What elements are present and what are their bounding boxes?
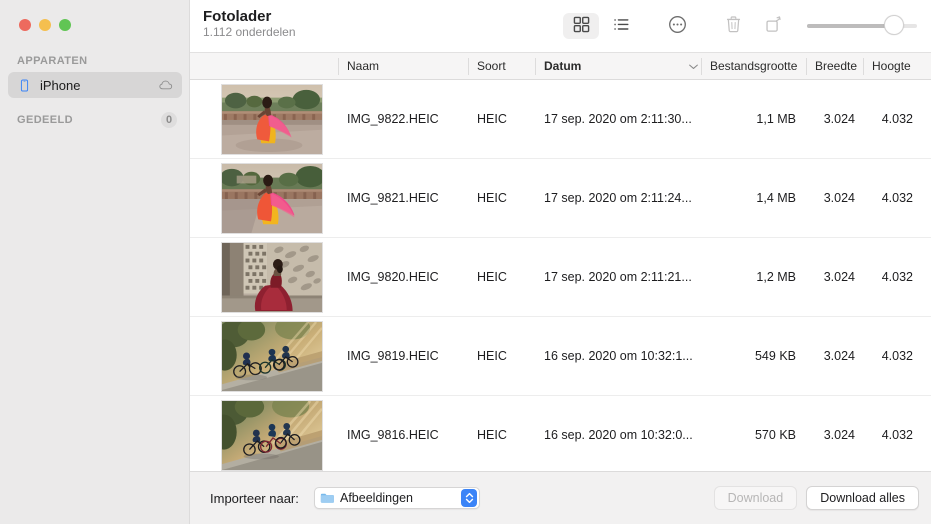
cell-naam: IMG_9822.HEIC bbox=[347, 112, 439, 126]
chevron-up-down-icon[interactable] bbox=[461, 489, 477, 507]
cell-bestandsgrootte: 1,4 MB bbox=[756, 191, 796, 205]
close-button[interactable] bbox=[19, 19, 31, 31]
column-divider[interactable] bbox=[338, 58, 339, 75]
cell-soort: HEIC bbox=[477, 191, 507, 205]
sidebar: APPARATEN iPhone GEDEELD 0 bbox=[0, 0, 190, 524]
column-divider[interactable] bbox=[863, 58, 864, 75]
file-list[interactable]: IMG_9822.HEIC HEIC 17 sep. 2020 om 2:11:… bbox=[190, 80, 931, 471]
column-divider[interactable] bbox=[535, 58, 536, 75]
cell-breedte: 3.024 bbox=[823, 270, 855, 284]
column-header-naam[interactable]: Naam bbox=[347, 53, 379, 80]
grid-icon bbox=[573, 16, 590, 36]
column-divider[interactable] bbox=[468, 58, 469, 75]
cell-naam: IMG_9816.HEIC bbox=[347, 428, 439, 442]
table-row[interactable]: IMG_9816.HEIC HEIC 16 sep. 2020 om 10:32… bbox=[190, 396, 931, 471]
cell-datum: 17 sep. 2020 om 2:11:21... bbox=[544, 270, 692, 284]
cell-breedte: 3.024 bbox=[823, 191, 855, 205]
cell-naam: IMG_9821.HEIC bbox=[347, 191, 439, 205]
column-header-hoogte[interactable]: Hoogte bbox=[872, 53, 911, 80]
sidebar-section-header-devices: APPARATEN bbox=[17, 55, 88, 67]
sidebar-item-iphone[interactable]: iPhone bbox=[8, 72, 182, 98]
column-divider[interactable] bbox=[701, 58, 702, 75]
cloud-icon[interactable] bbox=[158, 79, 174, 91]
column-header-breedte[interactable]: Breedte bbox=[815, 53, 857, 80]
shared-count-badge: 0 bbox=[161, 112, 177, 128]
sidebar-section-header-shared: GEDEELD bbox=[17, 114, 73, 126]
footer-bar: Importeer naar: Afbeeldingen Download Do… bbox=[190, 471, 931, 524]
column-header-bestandsgrootte[interactable]: Bestandsgrootte bbox=[710, 53, 797, 80]
main-panel: Fotolader 1.112 onderdelen Naam Soort Da… bbox=[190, 0, 931, 524]
delete-button[interactable] bbox=[715, 13, 751, 39]
item-count-subtitle: 1.112 onderdelen bbox=[203, 25, 296, 39]
column-header-soort[interactable]: Soort bbox=[477, 53, 506, 80]
ellipsis-circle-icon bbox=[668, 15, 687, 37]
cell-soort: HEIC bbox=[477, 428, 507, 442]
list-view-button[interactable] bbox=[603, 13, 639, 39]
toolbar-controls bbox=[561, 0, 929, 52]
cell-breedte: 3.024 bbox=[823, 428, 855, 442]
cell-hoogte: 4.032 bbox=[881, 270, 913, 284]
download-all-button[interactable]: Download alles bbox=[806, 486, 919, 510]
import-destination-popup[interactable]: Afbeeldingen bbox=[314, 487, 480, 509]
slider-knob[interactable] bbox=[884, 15, 904, 35]
rotate-icon bbox=[764, 15, 783, 37]
cell-bestandsgrootte: 549 KB bbox=[754, 349, 796, 363]
cell-hoogte: 4.032 bbox=[881, 112, 913, 126]
import-destination-value: Afbeeldingen bbox=[340, 491, 413, 505]
cell-breedte: 3.024 bbox=[823, 349, 855, 363]
cell-soort: HEIC bbox=[477, 270, 507, 284]
import-to-label: Importeer naar: bbox=[210, 490, 299, 506]
folder-icon bbox=[320, 492, 335, 504]
thumbnail-size-slider[interactable] bbox=[807, 15, 917, 37]
cell-datum: 17 sep. 2020 om 2:11:24... bbox=[544, 191, 692, 205]
maximize-button[interactable] bbox=[59, 19, 71, 31]
cell-breedte: 3.024 bbox=[823, 112, 855, 126]
table-column-headers: Naam Soort Datum Bestandsgrootte Breedte… bbox=[190, 52, 931, 80]
thumbnail[interactable] bbox=[221, 400, 323, 471]
more-options-button[interactable] bbox=[659, 13, 695, 39]
table-row[interactable]: IMG_9820.HEIC HEIC 17 sep. 2020 om 2:11:… bbox=[190, 238, 931, 317]
cell-hoogte: 4.032 bbox=[881, 191, 913, 205]
table-row[interactable]: IMG_9819.HEIC HEIC 16 sep. 2020 om 10:32… bbox=[190, 317, 931, 396]
cell-datum: 17 sep. 2020 om 2:11:30... bbox=[544, 112, 692, 126]
cell-hoogte: 4.032 bbox=[881, 428, 913, 442]
thumbnail[interactable] bbox=[221, 321, 323, 392]
cell-datum: 16 sep. 2020 om 10:32:1... bbox=[544, 349, 693, 363]
cell-bestandsgrootte: 1,2 MB bbox=[756, 270, 796, 284]
table-row[interactable]: IMG_9822.HEIC HEIC 17 sep. 2020 om 2:11:… bbox=[190, 80, 931, 159]
title-block: Fotolader 1.112 onderdelen bbox=[203, 8, 296, 40]
column-header-datum[interactable]: Datum bbox=[544, 53, 581, 80]
slider-fill bbox=[807, 24, 895, 28]
toolbar: Fotolader 1.112 onderdelen bbox=[190, 0, 931, 52]
page-title: Fotolader bbox=[203, 8, 272, 25]
cell-bestandsgrootte: 570 KB bbox=[754, 428, 796, 442]
image-capture-window: APPARATEN iPhone GEDEELD 0 Fotolader 1.1… bbox=[0, 0, 931, 524]
cell-hoogte: 4.032 bbox=[881, 349, 913, 363]
column-divider[interactable] bbox=[806, 58, 807, 75]
cell-bestandsgrootte: 1,1 MB bbox=[756, 112, 796, 126]
cell-naam: IMG_9819.HEIC bbox=[347, 349, 439, 363]
minimize-button[interactable] bbox=[39, 19, 51, 31]
thumbnail[interactable] bbox=[221, 163, 323, 234]
footer-buttons: Download Download alles bbox=[713, 486, 919, 510]
iphone-icon bbox=[16, 78, 32, 92]
trash-icon bbox=[724, 15, 743, 37]
chevron-down-icon bbox=[688, 53, 699, 80]
table-row[interactable]: IMG_9821.HEIC HEIC 17 sep. 2020 om 2:11:… bbox=[190, 159, 931, 238]
thumbnail[interactable] bbox=[221, 242, 323, 313]
download-button[interactable]: Download bbox=[713, 486, 798, 510]
thumbnail[interactable] bbox=[221, 84, 323, 155]
sidebar-item-label: iPhone bbox=[40, 77, 81, 93]
cell-datum: 16 sep. 2020 om 10:32:0... bbox=[544, 428, 693, 442]
cell-soort: HEIC bbox=[477, 349, 507, 363]
grid-view-button[interactable] bbox=[563, 13, 599, 39]
list-icon bbox=[613, 16, 630, 36]
rotate-button[interactable] bbox=[755, 13, 791, 39]
cell-soort: HEIC bbox=[477, 112, 507, 126]
cell-naam: IMG_9820.HEIC bbox=[347, 270, 439, 284]
window-traffic-lights bbox=[19, 19, 71, 31]
